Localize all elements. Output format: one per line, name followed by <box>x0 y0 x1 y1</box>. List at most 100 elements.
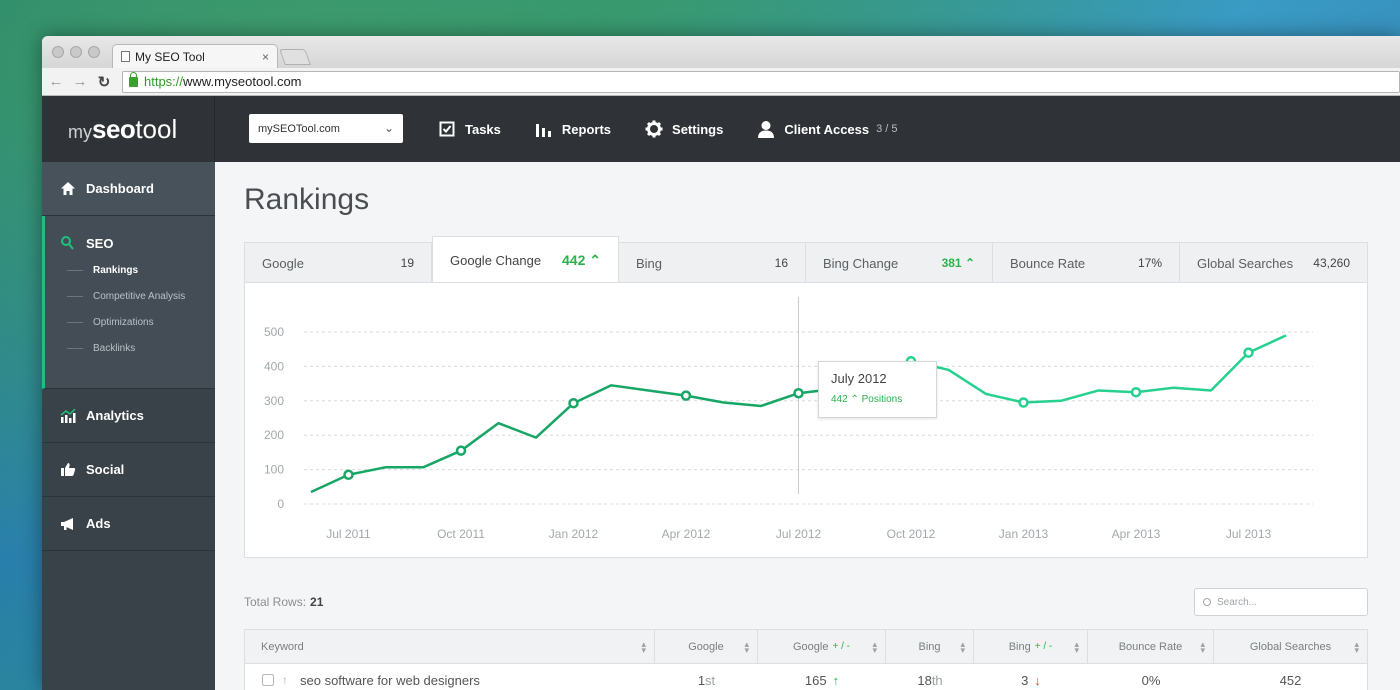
back-icon[interactable]: ← <box>46 73 66 90</box>
tab-google-change[interactable]: Google Change 442 ⌃ <box>432 236 619 283</box>
close-tab-icon[interactable]: × <box>262 50 269 64</box>
tab-title: My SEO Tool <box>135 49 205 64</box>
search-input[interactable]: Search... <box>1194 588 1368 616</box>
tab-label: Global Searches <box>1197 255 1294 271</box>
new-tab-button[interactable] <box>279 49 311 65</box>
app-header: my seo tool mySEOTool.com ⌄ Tasks Reports <box>42 96 1400 162</box>
rank-suffix: th <box>931 672 943 688</box>
minimize-window-button[interactable] <box>70 46 82 58</box>
y-tick-label: 200 <box>264 428 284 442</box>
search-icon <box>1203 598 1211 606</box>
col-label: Bing <box>1008 640 1031 653</box>
col-google-change[interactable]: Google + / - ▴ ▾ <box>758 630 886 663</box>
gear-icon <box>645 120 663 138</box>
nav-tasks[interactable]: Tasks <box>438 120 501 138</box>
col-google[interactable]: Google ▴ ▾ <box>655 630 758 663</box>
forward-icon[interactable]: → <box>70 73 90 90</box>
arrow-up-icon[interactable]: ↑ <box>282 673 288 687</box>
tooltip-number: 442 <box>831 394 848 405</box>
tooltip-unit: Positions <box>861 394 903 405</box>
data-point <box>568 397 579 409</box>
tab-bing-change[interactable]: Bing Change 381 ⌃ <box>806 243 993 283</box>
col-label: Bing <box>918 640 941 653</box>
tab-global-searches[interactable]: Global Searches 43,260 <box>1180 243 1367 283</box>
col-global-searches[interactable]: Global Searches ▴ ▾ <box>1214 630 1367 663</box>
reload-icon[interactable]: ↻ <box>94 73 114 91</box>
row-checkbox[interactable] <box>262 674 274 686</box>
sidebar-sub-competitive-analysis[interactable]: Competitive Analysis <box>45 283 215 309</box>
tab-bounce-rate[interactable]: Bounce Rate 17% <box>993 243 1180 283</box>
col-bing[interactable]: Bing ▴ ▾ <box>886 630 974 663</box>
tab-google[interactable]: Google 19 <box>245 243 432 283</box>
logo-tool: tool <box>135 113 178 144</box>
total-rows-value: 21 <box>310 595 324 609</box>
tab-value: 43,260 <box>1313 256 1350 270</box>
col-label: Google <box>688 640 724 653</box>
sidebar-sub-optimizations[interactable]: Optimizations <box>45 309 215 335</box>
rank-suffix: st <box>705 672 716 688</box>
col-bing-change[interactable]: Bing + / - ▴ ▾ <box>974 630 1088 663</box>
tab-bing[interactable]: Bing 16 <box>619 243 806 283</box>
rankings-chart: 0 100 200 300 400 500 Jul 2011 Oct 2011 Jan 2012… <box>244 282 1368 558</box>
col-label: Bounce Rate <box>1118 640 1183 653</box>
x-tick-label: Oct 2011 <box>437 527 485 541</box>
sort-icon: ▴ ▾ <box>744 638 749 655</box>
sidebar-item-label: Ads <box>86 516 111 531</box>
sidebar-item-ads[interactable]: Ads <box>42 497 215 551</box>
sidebar-sub-rankings[interactable]: Rankings <box>45 257 215 283</box>
chart-tooltip: July 2012 442 ⌃ Positions <box>818 361 937 418</box>
x-tick-label: Jul 2013 <box>1226 527 1272 541</box>
nav-client-access[interactable]: Client Access 3 / 5 <box>757 120 898 138</box>
site-select[interactable]: mySEOTool.com ⌄ <box>249 114 403 143</box>
col-bounce-rate[interactable]: Bounce Rate ▴ ▾ <box>1088 630 1214 663</box>
nav-settings-label: Settings <box>672 121 724 137</box>
table-header: Keyword ▴ ▾ Google ▴ ▾ Google + / - ▴ ▾ Bing ▴ ▾ … <box>245 630 1367 664</box>
lock-icon <box>129 71 138 87</box>
data-point <box>1018 397 1029 408</box>
address-bar: ← → ↻ https:// www.myseotool.com <box>42 68 1400 96</box>
sidebar-item-label: Dashboard <box>86 181 154 196</box>
bing-rank: 18 <box>917 672 932 688</box>
nav-settings[interactable]: Settings <box>645 120 723 138</box>
table-row[interactable]: ↑ seo software for web designers 1st 165… <box>245 664 1367 690</box>
url-field[interactable]: https:// www.myseotool.com <box>122 70 1400 93</box>
col-label: Google <box>793 640 829 653</box>
url-host: www.myseotool.com <box>183 74 302 89</box>
tab-value: 19 <box>400 256 414 270</box>
trend-up-icon: ⌃ <box>589 251 601 268</box>
checkbox-icon <box>438 120 456 138</box>
close-window-button[interactable] <box>52 46 64 58</box>
sidebar-item-social[interactable]: Social <box>42 443 215 497</box>
nav-tasks-label: Tasks <box>465 121 501 137</box>
cell-bing-change: 3 ↓ <box>974 664 1088 690</box>
arrow-down-icon: ↓ <box>1034 672 1041 688</box>
bar-chart-icon <box>535 120 553 138</box>
tab-label: Google Change <box>450 252 542 268</box>
home-icon <box>60 181 76 197</box>
total-rows-label: Total Rows: <box>244 595 307 609</box>
cell-bing: 18th <box>886 664 974 690</box>
main-content: Rankings Google 19 Google Change 442 ⌃ B… <box>215 162 1400 690</box>
data-point <box>343 469 354 481</box>
sidebar-sub-backlinks[interactable]: Backlinks <box>45 335 215 361</box>
zoom-window-button[interactable] <box>88 46 100 58</box>
browser-tab[interactable]: My SEO Tool × <box>112 44 278 68</box>
sidebar-item-label: SEO <box>86 235 114 251</box>
y-tick-label: 400 <box>264 359 284 373</box>
tab-label: Bing <box>636 255 663 271</box>
logo[interactable]: my seo tool <box>42 96 215 162</box>
sidebar-item-label: Social <box>86 462 125 477</box>
chart-svg: 0 100 200 300 400 500 Jul 2011 Oct 2011 Jan 2012… <box>264 297 1313 541</box>
x-tick-label: Jul 2011 <box>326 527 371 541</box>
nav-reports[interactable]: Reports <box>535 120 611 138</box>
plus-minus: + / - <box>832 641 850 652</box>
y-tick-label: 0 <box>277 497 284 511</box>
sidebar-item-dashboard[interactable]: Dashboard <box>42 162 215 216</box>
sidebar-item-analytics[interactable]: Analytics <box>42 389 215 443</box>
x-tick-label: Jan 2012 <box>549 527 599 541</box>
plus-minus: + / - <box>1034 641 1053 652</box>
cell-global-searches: 452 <box>1214 664 1367 690</box>
col-keyword[interactable]: Keyword ▴ ▾ <box>245 630 655 663</box>
sort-icon: ▴ ▾ <box>1354 638 1359 655</box>
keyword-text: seo software for web designers <box>300 672 480 688</box>
